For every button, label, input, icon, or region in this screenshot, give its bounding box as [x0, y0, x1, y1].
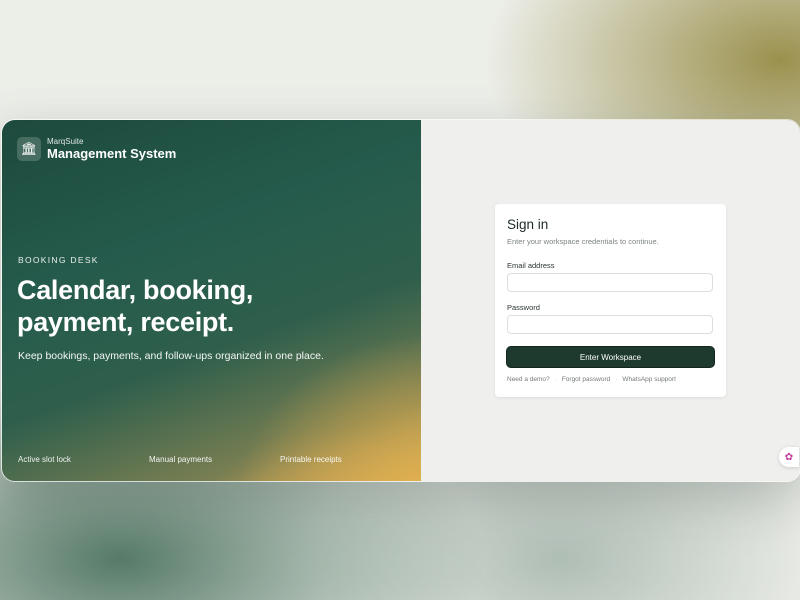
hero-headline-line1: Calendar, booking,: [17, 275, 254, 305]
signin-panel: Sign in Enter your workspace credentials…: [421, 120, 800, 481]
signin-title: Sign in: [507, 217, 549, 232]
forgot-password-link[interactable]: Forgot password: [562, 376, 610, 383]
password-field[interactable]: [507, 315, 713, 334]
hero-headline-line2: payment, receipt.: [17, 307, 234, 337]
hero-lead: Keep bookings, payments, and follow-ups …: [18, 350, 324, 362]
link-separator: ·: [615, 376, 618, 383]
need-demo-link[interactable]: Need a demo?: [507, 376, 550, 383]
feature-list: Active slot lock Manual payments Printab…: [18, 455, 398, 464]
signin-links: Need a demo? · Forgot password · WhatsAp…: [507, 376, 676, 383]
signin-subtitle: Enter your workspace credentials to cont…: [507, 237, 659, 246]
feature-item: Manual payments: [149, 455, 213, 464]
signin-form: Sign in Enter your workspace credentials…: [495, 204, 726, 397]
email-field[interactable]: [507, 273, 713, 292]
feature-item: Printable receipts: [280, 455, 342, 464]
brand-subtitle: MarqSuite: [47, 137, 84, 146]
feature-item: Active slot lock: [18, 455, 71, 464]
whatsapp-support-link[interactable]: WhatsApp support: [622, 376, 675, 383]
email-label: Email address: [507, 261, 555, 270]
brain-icon: ✿: [784, 451, 794, 463]
bank-icon: 🏛: [17, 137, 41, 161]
password-label: Password: [507, 303, 540, 312]
enter-workspace-button[interactable]: Enter Workspace: [507, 347, 714, 367]
login-card: 🏛 MarqSuite Management System BOOKING DE…: [1, 119, 800, 482]
brand-title: Management System: [47, 146, 177, 161]
brand: 🏛 MarqSuite Management System: [17, 137, 176, 161]
hero-headline: Calendar, booking, payment, receipt.: [17, 274, 317, 338]
hero-panel: 🏛 MarqSuite Management System BOOKING DE…: [2, 120, 421, 481]
brand-text: MarqSuite Management System: [47, 137, 176, 161]
link-separator: ·: [554, 376, 557, 383]
floating-assistant-button[interactable]: ✿: [779, 447, 799, 467]
hero-eyebrow: BOOKING DESK: [18, 255, 99, 265]
